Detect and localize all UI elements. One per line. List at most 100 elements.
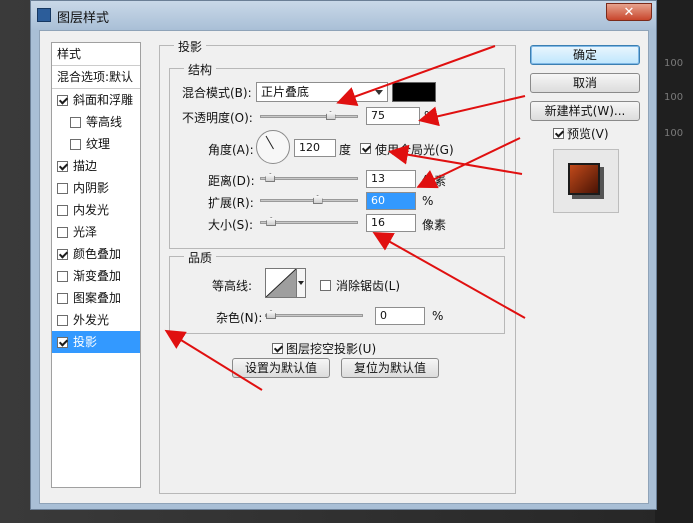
style-item[interactable]: 外发光 (52, 309, 140, 331)
angle-dial[interactable] (256, 130, 290, 164)
panel-value: 100 (664, 92, 684, 103)
angle-unit: 度 (339, 143, 352, 157)
opacity-slider[interactable] (260, 111, 358, 120)
style-item-label: 斜面和浮雕 (73, 93, 134, 107)
style-item[interactable]: 内发光 (52, 199, 140, 221)
style-item-checkbox[interactable] (70, 116, 81, 128)
knockout-checkbox[interactable] (272, 343, 283, 354)
blend-mode-select[interactable]: 正片叠底 (256, 82, 388, 102)
distance-slider[interactable] (260, 173, 358, 182)
cancel-button[interactable]: 取消 (530, 73, 640, 93)
style-item-checkbox[interactable] (57, 248, 68, 260)
global-light-checkbox[interactable] (360, 143, 371, 154)
panel-value: 100 (664, 58, 684, 69)
noise-label: 杂色(N): (216, 311, 263, 325)
contour-picker[interactable] (265, 268, 297, 298)
opacity-slider-thumb[interactable] (325, 111, 336, 120)
style-item[interactable]: 斜面和浮雕 (52, 89, 140, 111)
drop-shadow-title: 投影 (174, 38, 207, 55)
title-bar[interactable]: 图层样式 ✕ (31, 1, 656, 29)
global-light-label: 使用全局光(G) (375, 143, 454, 157)
knockout-label: 图层挖空投影(U) (286, 342, 377, 356)
style-item-label: 光泽 (73, 225, 98, 239)
spread-label: 扩展(R): (208, 196, 254, 210)
style-item[interactable]: 颜色叠加 (52, 243, 140, 265)
quality-group: 品质 等高线: 消除锯齿(L) 杂色(N): 0 % (169, 249, 505, 334)
blend-mode-value: 正片叠底 (261, 85, 310, 99)
quality-title: 品质 (184, 249, 217, 266)
style-item-checkbox[interactable] (70, 138, 81, 150)
panel-value: 100 (664, 128, 684, 139)
spread-input[interactable]: 60 (366, 192, 416, 210)
style-item-checkbox[interactable] (57, 204, 68, 216)
noise-input[interactable]: 0 (375, 307, 425, 325)
new-style-button[interactable]: 新建样式(W)... (530, 101, 640, 121)
angle-dial-needle (265, 135, 274, 150)
style-item[interactable]: 投影 (52, 331, 140, 353)
blend-options-item[interactable]: 混合选项:默认 (52, 66, 140, 89)
size-slider-thumb[interactable] (266, 217, 277, 226)
style-item-label: 渐变叠加 (73, 269, 122, 283)
ok-button[interactable]: 确定 (530, 45, 640, 65)
dialog-client: 样式 混合选项:默认 斜面和浮雕等高线纹理描边内阴影内发光光泽颜色叠加渐变叠加图… (39, 30, 649, 504)
chevron-down-icon (375, 90, 383, 95)
reset-default-button[interactable]: 复位为默认值 (341, 358, 439, 378)
style-item-label: 外发光 (73, 313, 110, 327)
distance-label: 距离(D): (208, 174, 255, 188)
style-item-label: 内发光 (73, 203, 110, 217)
style-item-label: 描边 (73, 159, 98, 173)
close-button[interactable]: ✕ (606, 3, 652, 21)
style-item-label: 投影 (73, 335, 98, 349)
spread-unit: % (422, 194, 434, 208)
style-item[interactable]: 图案叠加 (52, 287, 140, 309)
style-item-checkbox[interactable] (57, 182, 68, 194)
preview-label: 预览(V) (567, 127, 609, 141)
noise-slider[interactable] (265, 310, 363, 319)
style-item-checkbox[interactable] (57, 94, 68, 106)
dialog-title: 图层样式 (57, 11, 110, 26)
noise-slider-thumb[interactable] (266, 310, 276, 319)
structure-group: 结构 混合模式(B): 正片叠底 不透明度(O): 75 % 角度(A): 12… (169, 61, 505, 249)
spread-slider[interactable] (260, 195, 358, 204)
style-item-checkbox[interactable] (57, 292, 68, 304)
make-default-button[interactable]: 设置为默认值 (232, 358, 330, 378)
size-slider[interactable] (260, 217, 358, 226)
style-item-checkbox[interactable] (57, 226, 68, 238)
style-item-label: 图案叠加 (73, 291, 122, 305)
style-item[interactable]: 等高线 (52, 111, 140, 133)
style-item-checkbox[interactable] (57, 160, 68, 172)
angle-input[interactable]: 120 (294, 139, 336, 157)
contour-dropdown-button[interactable] (296, 268, 306, 298)
style-item[interactable]: 渐变叠加 (52, 265, 140, 287)
style-item-checkbox[interactable] (57, 336, 68, 348)
opacity-unit: % (424, 109, 436, 123)
preview-thumbnail (553, 149, 619, 213)
opacity-input[interactable]: 75 (366, 107, 420, 125)
layer-style-dialog: 图层样式 ✕ 样式 混合选项:默认 斜面和浮雕等高线纹理描边内阴影内发光光泽颜色… (30, 0, 657, 510)
style-item-checkbox[interactable] (57, 314, 68, 326)
distance-input[interactable]: 13 (366, 170, 416, 188)
distance-slider-thumb[interactable] (265, 173, 276, 182)
size-input[interactable]: 16 (366, 214, 416, 232)
app-icon (37, 8, 51, 22)
style-item[interactable]: 光泽 (52, 221, 140, 243)
drop-shadow-group: 投影 结构 混合模式(B): 正片叠底 不透明度(O): 75 % 角度(A):… (159, 38, 516, 494)
style-item[interactable]: 描边 (52, 155, 140, 177)
preview-swatch (568, 163, 600, 195)
style-list-header[interactable]: 样式 (52, 43, 140, 66)
style-item[interactable]: 纹理 (52, 133, 140, 155)
style-item-checkbox[interactable] (57, 270, 68, 282)
anti-alias-checkbox[interactable] (320, 280, 331, 291)
style-items: 斜面和浮雕等高线纹理描边内阴影内发光光泽颜色叠加渐变叠加图案叠加外发光投影 (52, 89, 140, 353)
preview-checkbox[interactable] (553, 128, 564, 139)
close-icon: ✕ (623, 5, 635, 20)
right-panel-background (655, 0, 693, 523)
noise-unit: % (432, 309, 444, 323)
anti-alias-label: 消除锯齿(L) (336, 279, 401, 293)
spread-slider-thumb[interactable] (312, 195, 323, 204)
contour-label: 等高线: (212, 279, 253, 293)
style-item[interactable]: 内阴影 (52, 177, 140, 199)
distance-unit: 像素 (422, 174, 447, 188)
style-item-label: 等高线 (86, 115, 123, 129)
shadow-color-swatch[interactable] (392, 82, 436, 102)
